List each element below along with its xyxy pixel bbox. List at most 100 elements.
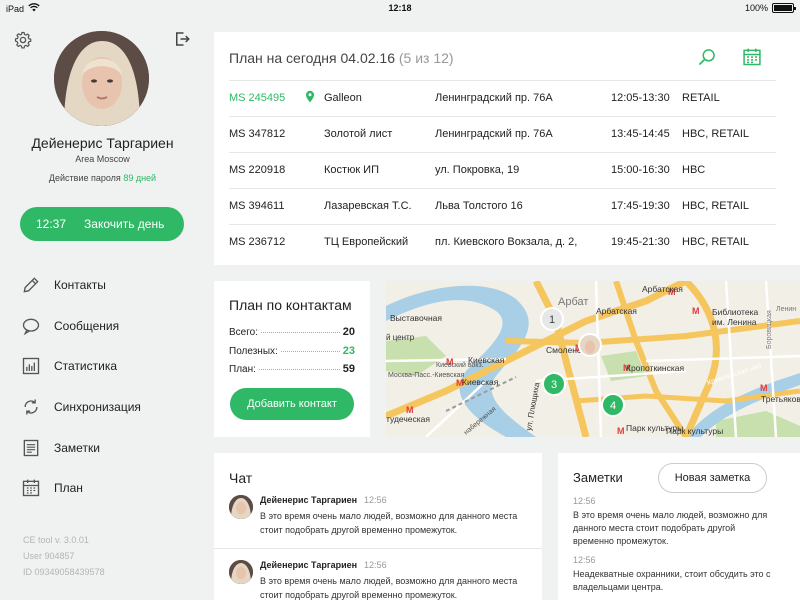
sidebar-item-label: План — [54, 481, 83, 496]
visit-time: 19:45-21:30 — [611, 236, 670, 248]
visit-id: MS 394611 — [229, 200, 285, 212]
add-contact-button[interactable]: Добавить контакт — [230, 388, 354, 420]
visit-time: 17:45-19:30 — [611, 200, 670, 212]
map-label: Киевская — [462, 377, 499, 387]
message-text: В это время очень мало людей, возможно д… — [260, 576, 518, 600]
svg-text:3: 3 — [551, 379, 557, 391]
map-label: Арбатская — [642, 284, 683, 294]
end-day-button[interactable]: 12:37 Закочить день — [20, 207, 184, 241]
message-text: В это время очень мало людей, возможно д… — [260, 511, 518, 535]
gear-icon[interactable] — [13, 30, 33, 50]
avatar[interactable] — [54, 31, 149, 126]
visit-address: Льва Толстого 16 — [435, 200, 523, 212]
sidebar-item-label: Статистика — [54, 359, 118, 374]
map-label: им. Ленина — [712, 317, 757, 327]
plan-title: План на сегодня 04.02.16 (5 из 12) — [229, 50, 454, 66]
map-label: Боровицкая — [766, 310, 773, 349]
table-row[interactable]: MS 245495 Galleon Ленинградский пр. 76А … — [229, 80, 776, 116]
visit-time: 15:00-16:30 — [611, 164, 670, 176]
sidebar-item-sync[interactable]: Синхронизация — [20, 387, 200, 428]
sidebar-item-plan[interactable]: План — [20, 468, 200, 509]
contacts-useful-value: 23 — [342, 345, 355, 357]
map-label: Арбат — [558, 296, 588, 308]
sidebar-item-statistics[interactable]: Статистика — [20, 346, 200, 387]
visit-id: MS 245495 — [229, 92, 286, 104]
contacts-total-value: 20 — [342, 326, 355, 338]
search-icon[interactable] — [696, 46, 718, 68]
end-day-label: Закочить день — [84, 217, 165, 231]
visit-address: Ленинградский пр. 76А — [435, 128, 553, 140]
visit-name: Galleon — [324, 92, 362, 104]
sidebar-item-label: Заметки — [54, 440, 100, 455]
note-text: Неадекватные охранники, стоит обсудить э… — [573, 569, 771, 592]
visit-type: RETAIL — [682, 92, 720, 104]
notes-card: Заметки Новая заметка 12:56 В это время … — [558, 453, 800, 600]
map-label: й центр — [386, 333, 415, 342]
calendar-icon[interactable] — [741, 46, 763, 68]
svg-text:M: M — [617, 426, 625, 436]
contacts-plan-title: План по контактам — [229, 297, 352, 313]
message-time: 12:56 — [364, 495, 387, 505]
sidebar-nav: Контакты Сообщения Статистика Синхрониза… — [20, 265, 200, 509]
table-row[interactable]: MS 347812 Золотой лист Ленинградский пр.… — [229, 116, 776, 152]
user-name: Дейенерис Таргариен — [31, 135, 174, 151]
chat-bubble-icon — [20, 315, 42, 337]
visit-time: 13:45-14:45 — [611, 128, 670, 140]
map-marker-1[interactable]: 1 — [540, 307, 564, 331]
sidebar-item-label: Контакты — [54, 278, 106, 293]
contacts-useful-row: Полезных: 23 — [229, 345, 355, 357]
chat-title: Чат — [229, 470, 253, 486]
message-time: 12:56 — [364, 560, 387, 570]
status-bar: iPad 12:18 100% — [0, 0, 800, 18]
visit-type: HBC — [682, 164, 706, 176]
map-label: Ленин — [776, 306, 796, 313]
plan-count: (5 из 12) — [398, 50, 454, 66]
map-label: Выставочная — [390, 313, 442, 323]
visit-name: Костюк ИП — [324, 164, 379, 176]
sidebar-item-messages[interactable]: Сообщения — [20, 306, 200, 347]
visit-type: HBC, RETAIL — [682, 200, 750, 212]
notes-icon — [20, 437, 42, 459]
visit-name: ТЦ Европейский — [324, 236, 409, 248]
password-expiry: Действие пароля 89 дней — [48, 173, 157, 183]
app-meta: CE tool v. 3.0.01 User 904857 ID 0934905… — [23, 532, 105, 580]
message-author: Дейенерис Таргариен — [260, 495, 358, 505]
visit-type: HBC, RETAIL — [682, 128, 750, 140]
visit-address: пл. Киевского Вокзала, д. 2, — [435, 236, 578, 248]
table-row[interactable]: MS 394611 Лазаревская Т.С. Льва Толстого… — [229, 188, 776, 224]
visit-address: ул. Покровка, 19 — [435, 164, 520, 176]
chat-card: Чат Дейенерис Таргариен 12:56 В это время… — [214, 453, 542, 600]
logout-icon[interactable] — [172, 29, 192, 49]
message-author: Дейенерис Таргариен — [260, 560, 358, 570]
sidebar-item-label: Синхронизация — [54, 400, 141, 415]
password-days: 89 дней — [123, 173, 157, 183]
calendar-icon — [20, 477, 42, 499]
contacts-plan-value: 59 — [342, 363, 355, 375]
app-version: CE tool v. 3.0.01 — [23, 535, 89, 545]
new-note-button[interactable]: Новая заметка — [658, 463, 767, 493]
sidebar-item-notes[interactable]: Заметки — [20, 427, 200, 468]
visit-id: MS 236712 — [229, 236, 286, 248]
today-plan-card: План на сегодня 04.02.16 (5 из 12) MS 24… — [214, 32, 800, 265]
table-row[interactable]: MS 220918 Костюк ИП ул. Покровка, 19 15:… — [229, 152, 776, 188]
map-marker-3[interactable]: 3 — [542, 372, 566, 396]
table-row[interactable]: MS 236712 ТЦ Европейский пл. Киевского В… — [229, 224, 776, 260]
visit-type: HBC, RETAIL — [682, 236, 750, 248]
sidebar: Дейенерис Таргариен Area Moscow Действие… — [0, 18, 205, 600]
user-number: User 904857 — [23, 551, 75, 561]
map-marker-avatar[interactable] — [578, 333, 602, 357]
svg-text:4: 4 — [610, 400, 616, 412]
note-item[interactable]: 12:56 Неадекватные охранники, стоит обсу… — [573, 555, 778, 594]
map[interactable]: M M M M M M M M M Арбат Арбатская Арбатс… — [386, 281, 800, 437]
visit-name: Золотой лист — [324, 128, 393, 140]
map-label: Арбатская — [596, 306, 637, 316]
contacts-total-row: Всего: 20 — [229, 326, 355, 338]
sidebar-item-contacts[interactable]: Контакты — [20, 265, 200, 306]
end-day-time: 12:37 — [36, 217, 67, 231]
note-item[interactable]: 12:56 В это время очень мало людей, возм… — [573, 496, 778, 548]
visit-name: Лазаревская Т.С. — [324, 200, 412, 212]
map-marker-4[interactable]: 4 — [601, 393, 625, 417]
clock: 12:18 — [388, 3, 412, 13]
pencil-icon — [20, 274, 42, 296]
sync-icon — [20, 396, 42, 418]
